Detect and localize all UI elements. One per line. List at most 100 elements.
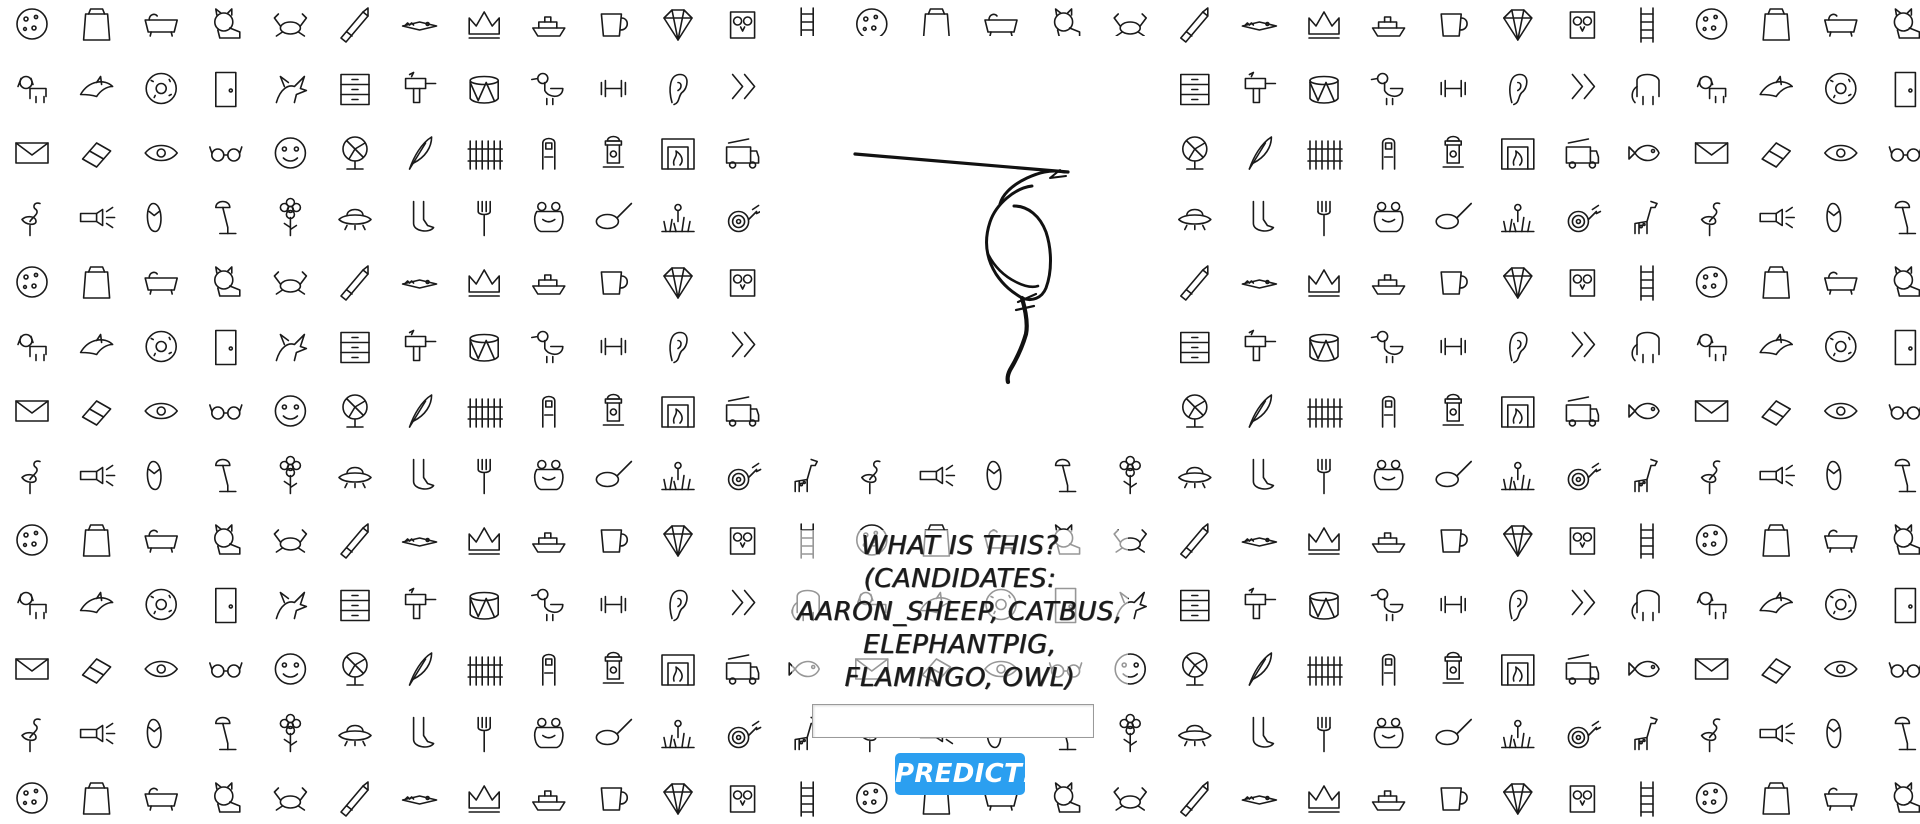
eyeglasses-icon xyxy=(209,146,243,162)
envelope-icon xyxy=(1694,142,1729,164)
flower-icon xyxy=(1119,713,1141,753)
fire-hydrant-icon xyxy=(602,135,625,168)
cat-icon xyxy=(1893,8,1920,39)
dumbbell-icon xyxy=(1440,79,1466,98)
crayon-icon xyxy=(340,781,369,817)
flying-saucer-icon xyxy=(338,724,372,747)
paper-bag-icon xyxy=(82,524,111,557)
alligator-icon xyxy=(1241,21,1278,31)
frog-icon xyxy=(533,459,564,491)
flamingo-icon xyxy=(21,460,41,495)
floor-lamp-icon xyxy=(1054,458,1077,493)
cruise-ship-icon xyxy=(1371,790,1406,811)
dresser-icon xyxy=(340,331,370,364)
eyeglasses-icon xyxy=(1888,404,1920,420)
eyeglasses-icon xyxy=(1888,662,1920,678)
foot-icon xyxy=(412,716,435,748)
finger-icon xyxy=(1381,653,1396,686)
drill-icon xyxy=(404,329,437,362)
diamond-icon xyxy=(1503,525,1533,557)
bathtub-icon xyxy=(1824,271,1858,295)
diamond-icon xyxy=(1503,9,1533,41)
predict-button[interactable]: PREDICT! xyxy=(895,753,1034,795)
fence-icon xyxy=(1307,656,1343,686)
fireplace-icon xyxy=(661,654,695,686)
fence-icon xyxy=(1307,140,1343,170)
paper-bag-icon xyxy=(82,8,111,41)
fan-icon xyxy=(1182,652,1208,686)
eraser-icon xyxy=(1761,142,1791,168)
cookie-icon xyxy=(1695,782,1728,814)
flashlight-icon xyxy=(1759,722,1795,745)
cat-icon xyxy=(214,524,241,555)
cup-icon xyxy=(1440,271,1468,295)
paper-bag-icon xyxy=(82,782,111,815)
drill-icon xyxy=(404,587,437,620)
crab-icon xyxy=(273,529,308,553)
dresser-icon xyxy=(340,73,370,106)
envelope-icon xyxy=(1694,658,1729,680)
crab-icon xyxy=(1113,13,1147,37)
garden-icon xyxy=(1501,203,1535,233)
drum-icon xyxy=(1309,333,1339,362)
giraffe-icon xyxy=(1634,458,1658,493)
alligator-icon xyxy=(401,795,438,805)
flying-saucer-icon xyxy=(1178,466,1212,489)
garden-hose-icon xyxy=(1567,204,1602,233)
bathtub-icon xyxy=(1824,13,1858,37)
cookie-icon xyxy=(1695,8,1728,40)
feather-icon xyxy=(408,136,433,170)
cup-icon xyxy=(1440,787,1468,811)
owl-icon xyxy=(729,527,756,555)
dumbbell-icon xyxy=(600,595,627,614)
cat-icon xyxy=(1053,782,1081,813)
feather-icon xyxy=(408,394,433,428)
fireplace-icon xyxy=(661,396,695,428)
diamond-icon xyxy=(663,525,693,557)
fence-icon xyxy=(467,140,504,170)
eyeglasses-icon xyxy=(209,662,243,678)
fireplace-icon xyxy=(1501,396,1535,428)
bathtub-icon xyxy=(144,271,178,295)
sketch-stroke xyxy=(998,169,1067,206)
page: WHAT IS THIS? (CANDIDATES: AARON_SHEEP, … xyxy=(0,0,1920,824)
cat-icon xyxy=(1893,524,1920,555)
frog-icon xyxy=(1373,201,1404,233)
dog-icon xyxy=(1696,333,1727,362)
elephant-icon xyxy=(1631,73,1660,106)
firetruck-icon xyxy=(725,654,760,685)
cruise-ship-icon xyxy=(1371,532,1406,553)
fire-hydrant-icon xyxy=(1442,393,1464,426)
feather-icon xyxy=(1248,136,1273,170)
cookie-icon xyxy=(16,266,48,298)
door-icon xyxy=(215,587,237,624)
flip-flops-icon xyxy=(1826,718,1842,749)
frying-pan-icon xyxy=(1435,460,1472,488)
frying-pan-icon xyxy=(595,718,633,746)
flashlight-icon xyxy=(79,722,116,745)
owl-icon xyxy=(729,11,756,39)
fork-icon xyxy=(477,458,492,495)
flamingo-icon xyxy=(1700,460,1721,495)
zigzag-icon xyxy=(731,589,756,616)
flamingo-icon xyxy=(1700,718,1721,753)
finger-icon xyxy=(541,137,556,170)
crown-icon xyxy=(1308,11,1340,39)
crab-icon xyxy=(273,271,308,295)
door-icon xyxy=(1894,587,1917,624)
foot-icon xyxy=(1252,716,1275,748)
flying-saucer-icon xyxy=(1178,208,1212,231)
owl-icon xyxy=(1569,785,1596,813)
question-text: WHAT IS THIS? (CANDIDATES: AARON_SHEEP, … xyxy=(797,531,1123,693)
fan-icon xyxy=(342,652,368,686)
dresser-icon xyxy=(1180,331,1210,364)
flip-flops-icon xyxy=(146,460,162,491)
eye-icon xyxy=(1824,144,1858,162)
dog-icon xyxy=(17,75,47,104)
zigzag-icon xyxy=(731,331,756,358)
fireplace-icon xyxy=(661,138,695,170)
cruise-ship-icon xyxy=(531,274,566,295)
crown-icon xyxy=(468,269,501,297)
answer-input[interactable] xyxy=(812,704,1094,738)
flower-icon xyxy=(279,197,302,237)
